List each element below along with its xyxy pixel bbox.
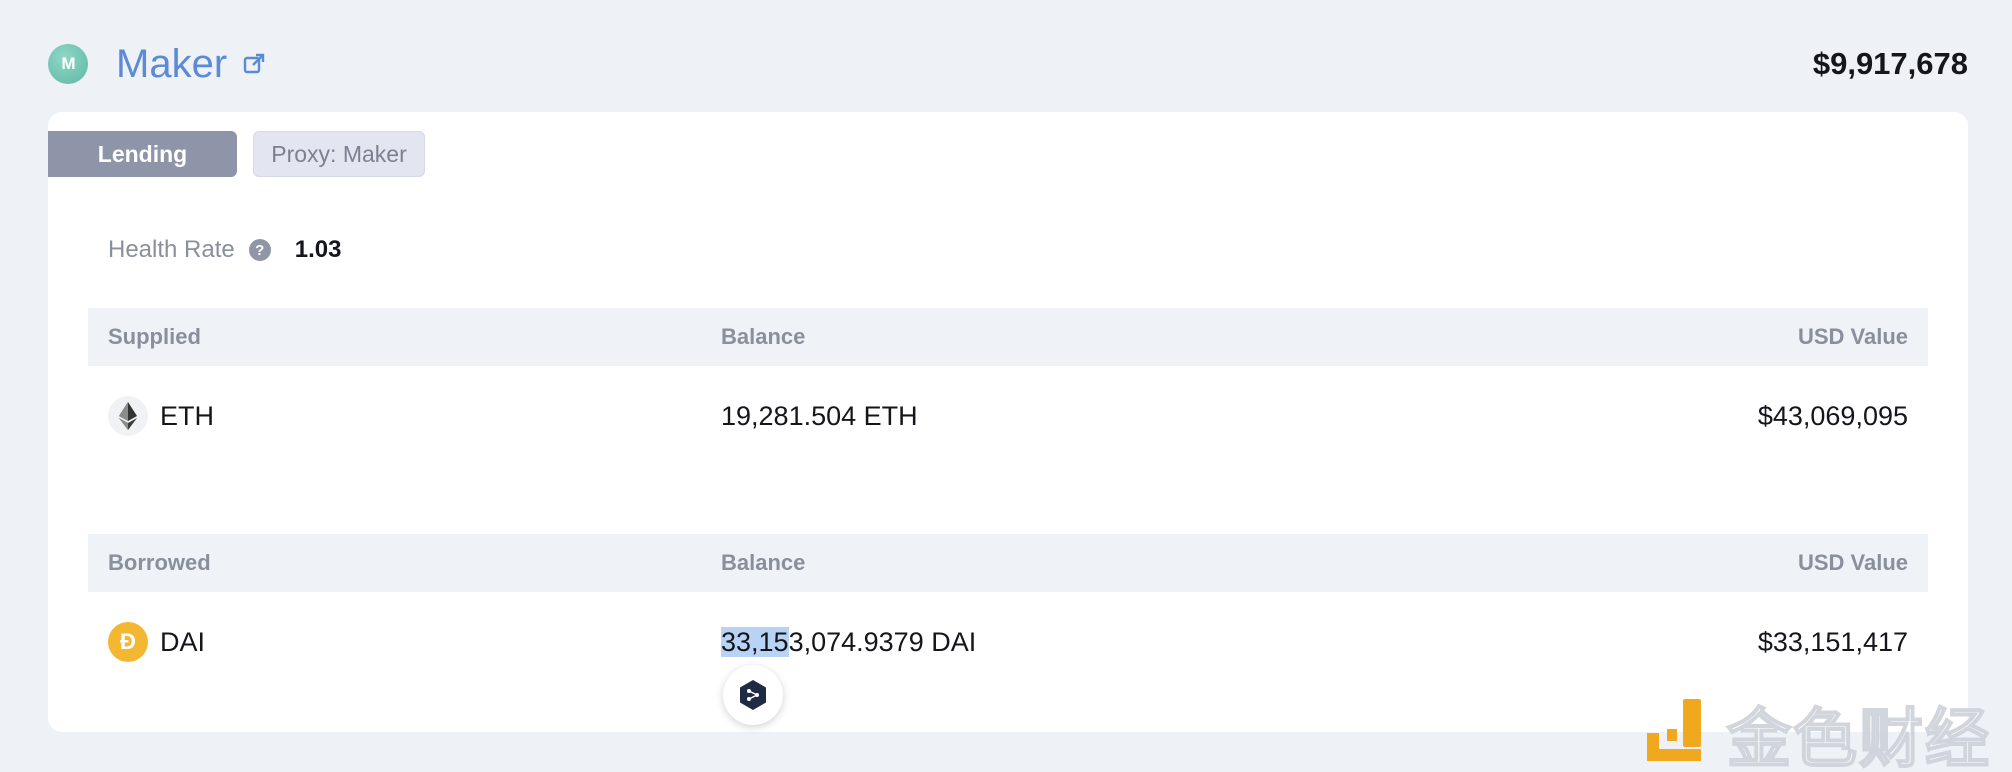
eth-icon [108,396,148,436]
token-balance: 33,153,074.9379 DAI [721,626,977,658]
text-selection: 33,15 [721,626,789,657]
asset-cell: Ð DAI [108,622,205,662]
health-rate: Health Rate ? 1.03 [108,236,341,264]
balance-rest: 3,074.9379 DAI [788,626,977,657]
jinse-logo-icon [1647,699,1701,761]
token-symbol: ETH [160,400,214,431]
external-link-icon[interactable] [243,53,265,75]
protocol-name[interactable]: Maker [116,44,227,84]
health-rate-value: 1.03 [294,236,342,263]
protocol-total-value: $9,917,678 [1812,46,1968,81]
usd-value: $43,069,095 [1757,400,1908,431]
maker-logo-icon: M [48,44,88,84]
table-row: ETH 19,281.504 ETH $43,069,095 [88,366,1928,466]
protocol-header: M Maker $9,917,678 [48,38,1968,90]
proxy-tag: Proxy: Maker [253,131,425,177]
position-card: Lending Proxy: Maker Health Rate ? 1.03 … [48,112,1968,732]
supplied-header: Supplied [108,324,201,349]
table-row: Ð DAI 33,153,074.9379 DAI $33,151,417 [88,592,1928,692]
floating-action-button[interactable] [723,665,783,725]
hexagon-share-icon [740,680,766,710]
health-rate-label: Health Rate [108,236,235,263]
balance-header: Balance [721,550,806,575]
borrowed-table-header: Borrowed Balance USD Value [88,534,1928,592]
supplied-table-header: Supplied Balance USD Value [88,308,1928,366]
balance-header: Balance [721,324,806,349]
asset-cell: ETH [108,396,214,436]
usd-value-header: USD Value [1797,550,1908,575]
help-icon[interactable]: ? [248,239,271,261]
token-symbol: DAI [160,626,206,657]
borrowed-header: Borrowed [108,550,211,575]
watermark-text: 金色财经 [1726,702,1991,772]
watermark: 金色财经 [1645,688,1991,772]
usd-value: $33,151,417 [1757,626,1908,657]
dai-icon: Ð [108,622,148,662]
token-balance: 19,281.504 ETH [721,400,918,431]
lending-tag: Lending [48,131,237,177]
usd-value-header: USD Value [1797,324,1908,349]
supplied-table: Supplied Balance USD Value ETH 19,281.50… [88,308,1928,466]
borrowed-table: Borrowed Balance USD Value Ð DAI 33,153,… [88,534,1928,692]
